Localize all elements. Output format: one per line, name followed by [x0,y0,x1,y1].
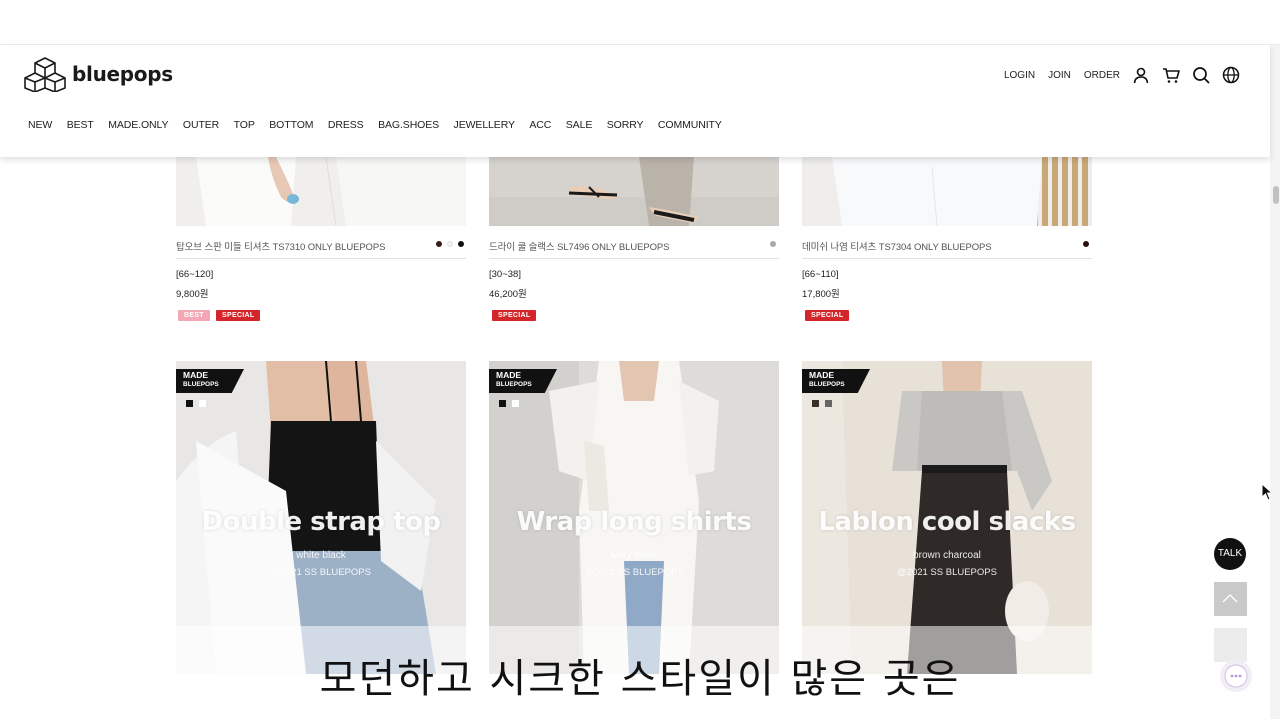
color-dot [458,241,464,247]
color-swatch [499,400,506,407]
color-dot [447,241,453,247]
made-label-brand: BLUEPOPS [809,381,845,388]
product-size: [66~110] [802,269,839,280]
photo-title: Lablon cool slacks [818,507,1076,537]
join-link[interactable]: JOIN [1048,70,1071,81]
order-link[interactable]: ORDER [1084,70,1120,81]
divider [489,258,779,259]
product-name[interactable]: 탑오브 스판 미들 티셔츠 TS7310 ONLY BLUEPOPS [176,239,385,253]
talk-button[interactable]: TALK [1214,538,1246,570]
chevron-up-icon [1222,594,1238,603]
browser-top-strip [0,0,1280,45]
product-size: [30~38] [489,269,521,280]
made-label-text: MADE [183,370,209,380]
color-swatch [512,400,519,407]
color-swatch [199,400,206,407]
brand-name: bluepops [72,62,173,86]
product-name[interactable]: 드라이 쿨 슬랙스 SL7496 ONLY BLUEPOPS [489,239,669,253]
made-label-text: MADE [809,370,835,380]
nav-outer[interactable]: OUTER [183,119,219,131]
search-icon[interactable] [1192,66,1210,84]
product-price: 46,200원 [489,289,527,300]
nav-dress[interactable]: DRESS [328,119,364,131]
made-label-brand: BLUEPOPS [496,381,532,388]
photo-copyright: @2021 SS BLUEPOPS [271,567,371,578]
scrollbar-thumb[interactable] [1273,186,1279,204]
cart-icon[interactable] [1162,66,1180,84]
made-label-text: MADE [496,370,522,380]
product-price: 17,800원 [802,289,840,300]
logo-mark-icon [24,57,66,92]
divider [176,258,466,259]
photo-colors: white black [296,550,346,561]
special-badge: SPECIAL [216,310,261,321]
page-scrollbar[interactable] [1270,45,1280,719]
product-thumbnail[interactable] [802,157,1092,226]
nav-jewellery[interactable]: JEWELLERY [454,119,515,131]
nav-community[interactable]: COMMUNITY [658,119,722,131]
nav-top[interactable]: TOP [234,119,255,131]
main-nav: NEW BEST MADE.ONLY OUTER TOP BOTTOM DRES… [28,119,736,131]
special-badge: SPECIAL [805,310,850,321]
mouse-cursor-icon [1261,483,1273,501]
color-swatch [825,400,832,407]
site-header: bluepops LOGIN JOIN ORDER NEW BEST MADE.… [0,45,1270,157]
product-price: 9,800원 [176,289,209,300]
photo-copyright: @2021 SS BLUEPOPS [584,567,684,578]
photo-title: Double strap top [201,507,442,537]
color-dot [436,241,442,247]
video-subtitle: 모던하고 시크한 스타일이 많은 곳은 [319,656,961,702]
utility-bar: LOGIN JOIN ORDER [991,65,1240,85]
special-badge: SPECIAL [492,310,537,321]
nav-bag-shoes[interactable]: BAG.SHOES [378,119,439,131]
nav-made-only[interactable]: MADE.ONLY [108,119,168,131]
product-size: [66~120] [176,269,214,280]
photo-title: Wrap long shirts [516,507,752,537]
globe-icon[interactable] [1222,66,1240,84]
nav-sale[interactable]: SALE [566,119,593,131]
assistant-bubble[interactable] [1220,660,1252,692]
made-label-brand: BLUEPOPS [183,381,219,388]
nav-new[interactable]: NEW [28,119,52,131]
product-thumbnail[interactable] [489,157,779,226]
photo-colors: ivory black [610,550,658,561]
nav-bottom[interactable]: BOTTOM [269,119,313,131]
color-swatch [186,400,193,407]
color-swatch [812,400,819,407]
product-thumbnail[interactable] [176,157,466,226]
photo-copyright: @2021 SS BLUEPOPS [897,567,997,578]
nav-sorry[interactable]: SORRY [607,119,644,131]
best-badge: BEST [178,310,210,321]
scroll-top-button[interactable] [1214,582,1247,616]
color-dot [770,241,776,247]
divider [802,258,1092,259]
logo[interactable]: bluepops [24,56,173,92]
nav-best[interactable]: BEST [67,119,94,131]
user-icon[interactable] [1132,66,1150,84]
color-dot [1083,241,1089,247]
nav-acc[interactable]: ACC [529,119,551,131]
login-link[interactable]: LOGIN [1004,70,1035,81]
photo-colors: brown charcoal [913,550,981,561]
chat-bubble-icon [1224,664,1248,688]
product-name[interactable]: 데미쉬 나염 티셔츠 TS7304 ONLY BLUEPOPS [802,239,992,253]
